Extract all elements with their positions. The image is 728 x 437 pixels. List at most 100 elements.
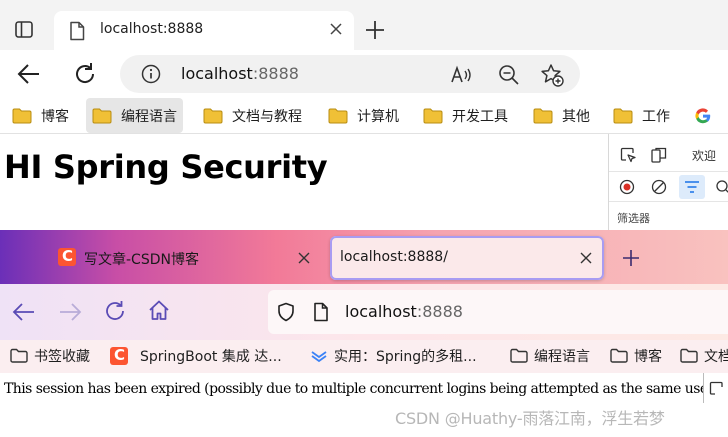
bookmark-label: 实用：Spring的多租... xyxy=(334,349,477,365)
url-port: :8888 xyxy=(416,302,463,321)
url-text: localhost:8888 xyxy=(181,64,299,83)
bookmark-folder-docs[interactable]: 文档与教程 xyxy=(203,98,302,133)
folder-icon xyxy=(92,108,112,123)
folder-icon xyxy=(10,348,28,363)
tab-title: 写文章-CSDN博客 xyxy=(84,252,199,268)
watermark: CSDN @Huathy-雨落江南，浮生若梦 xyxy=(395,409,665,428)
bookmark-label: 开发工具 xyxy=(452,108,508,125)
edge-bookmarks-bar: 博客 编程语言 文档与教程 计算机 开发工具 其他 工作 xyxy=(0,98,728,134)
devtools-console-toolbar xyxy=(609,172,728,202)
tab-welcome[interactable]: 欢迎 xyxy=(692,147,716,164)
folder-icon xyxy=(328,108,348,123)
plus-icon[interactable] xyxy=(364,19,386,41)
url-host: localhost xyxy=(181,64,253,83)
bookmark-label: 其他 xyxy=(562,108,590,125)
folder-icon xyxy=(533,108,553,123)
screenshot-root: localhost:8888 localhost:8888 博客 编程语言 文档… xyxy=(0,0,728,437)
folder-icon xyxy=(610,348,628,363)
folder-icon xyxy=(680,348,698,363)
bookmark-label: 编程语言 xyxy=(534,349,590,365)
edge-page-content: HI Spring Security xyxy=(0,134,608,234)
sidebar-toggle-icon[interactable] xyxy=(14,20,34,40)
tab-localhost[interactable]: localhost:8888 xyxy=(54,11,354,51)
firefox-tab-bar: C 写文章-CSDN博客 localhost:8888/ xyxy=(0,230,728,284)
back-arrow-icon[interactable] xyxy=(16,61,42,87)
close-icon[interactable] xyxy=(579,251,593,265)
page-icon xyxy=(70,21,85,41)
bookmark-label: 书签收藏 xyxy=(34,349,90,365)
bookmark-label: 博客 xyxy=(41,108,69,125)
bookmark-folder-devtools[interactable]: 开发工具 xyxy=(423,98,508,133)
add-favorite-icon[interactable] xyxy=(540,63,564,87)
inspect-element-icon[interactable] xyxy=(709,381,725,397)
bookmark-label: 编程语言 xyxy=(121,108,177,125)
record-icon[interactable] xyxy=(619,179,635,195)
tab-title: localhost:8888/ xyxy=(340,249,448,265)
folder-icon xyxy=(510,348,528,363)
close-icon[interactable] xyxy=(297,251,311,265)
devtools-tabs: 欢迎 xyxy=(609,134,728,172)
clear-icon[interactable] xyxy=(651,179,667,195)
bookmark-springboot[interactable]: C SpringBoot 集成 达... xyxy=(110,344,282,368)
search-icon[interactable] xyxy=(715,179,728,195)
home-icon[interactable] xyxy=(148,299,170,321)
bookmark-spring-multitenant[interactable]: 实用：Spring的多租... xyxy=(310,344,477,368)
plus-icon[interactable] xyxy=(622,249,640,267)
url-host: localhost xyxy=(345,302,417,321)
reload-icon[interactable] xyxy=(72,61,98,87)
back-arrow-icon[interactable] xyxy=(12,301,36,323)
bookmark-google[interactable] xyxy=(694,98,721,133)
filter-label: 筛选器 xyxy=(617,212,650,225)
devtools-filter-row[interactable]: 筛选器 xyxy=(609,202,728,232)
bookmark-label: 文档 xyxy=(704,349,728,365)
bookmark-label: 博客 xyxy=(634,349,662,365)
folder-icon xyxy=(203,108,223,123)
firefox-window: C 写文章-CSDN博客 localhost:8888/ localhost:8… xyxy=(0,230,728,437)
firefox-nav-bar: localhost:8888 xyxy=(0,284,728,340)
google-icon xyxy=(695,107,711,123)
edge-toolbar: localhost:8888 xyxy=(0,50,728,133)
filter-icon xyxy=(685,181,699,193)
tab-localhost-active[interactable]: localhost:8888/ xyxy=(330,236,604,280)
url-text: localhost:8888 xyxy=(345,302,463,321)
session-expired-message: This session has been expired (possibly … xyxy=(4,381,723,397)
device-emulation-icon[interactable] xyxy=(651,147,667,163)
bookmark-folder-blog[interactable]: 博客 xyxy=(610,344,662,368)
address-bar[interactable]: localhost:8888 xyxy=(120,55,580,93)
tab-csdn[interactable]: C 写文章-CSDN博客 xyxy=(46,236,322,280)
read-aloud-icon[interactable] xyxy=(450,64,472,86)
bookmark-folder-programming[interactable]: 编程语言 xyxy=(86,98,183,133)
close-icon[interactable] xyxy=(328,21,344,37)
csdn-icon: C xyxy=(58,247,76,266)
bookmark-label: 计算机 xyxy=(357,108,399,125)
bookmark-folder-other[interactable]: 其他 xyxy=(533,98,590,133)
firefox-bookmarks-bar: 书签收藏 C SpringBoot 集成 达... 实用：Spring的多租..… xyxy=(0,340,728,373)
page-heading: HI Spring Security xyxy=(4,148,328,186)
forward-arrow-icon[interactable] xyxy=(58,301,82,323)
reload-icon[interactable] xyxy=(104,300,126,322)
bookmark-label: 文档与教程 xyxy=(232,108,302,125)
folder-icon xyxy=(423,108,443,123)
bookmark-label: 工作 xyxy=(642,108,670,125)
bookmark-folder-favorites[interactable]: 书签收藏 xyxy=(10,344,90,368)
edge-tab-bar: localhost:8888 xyxy=(0,0,728,51)
link-icon xyxy=(311,351,327,363)
tab-title: localhost:8888 xyxy=(100,21,204,37)
page-icon[interactable] xyxy=(312,302,330,322)
devtools-panel: 欢迎 筛选器 xyxy=(608,134,728,234)
filter-button[interactable] xyxy=(679,175,705,199)
address-bar[interactable]: localhost:8888 xyxy=(268,290,728,334)
folder-icon xyxy=(12,108,32,123)
bookmark-folder-docs[interactable]: 文档 xyxy=(680,344,728,368)
shield-icon[interactable] xyxy=(276,302,296,322)
bookmark-folder-computer[interactable]: 计算机 xyxy=(328,98,399,133)
devtools-edge[interactable] xyxy=(703,373,728,403)
zoom-out-icon[interactable] xyxy=(498,64,520,86)
folder-icon xyxy=(613,108,633,123)
info-icon[interactable] xyxy=(141,64,161,84)
bookmark-folder-blog[interactable]: 博客 xyxy=(12,98,69,133)
inspect-element-icon[interactable] xyxy=(620,147,636,163)
csdn-icon: C xyxy=(110,346,128,365)
bookmark-folder-work[interactable]: 工作 xyxy=(613,98,670,133)
bookmark-folder-programming[interactable]: 编程语言 xyxy=(510,344,590,368)
